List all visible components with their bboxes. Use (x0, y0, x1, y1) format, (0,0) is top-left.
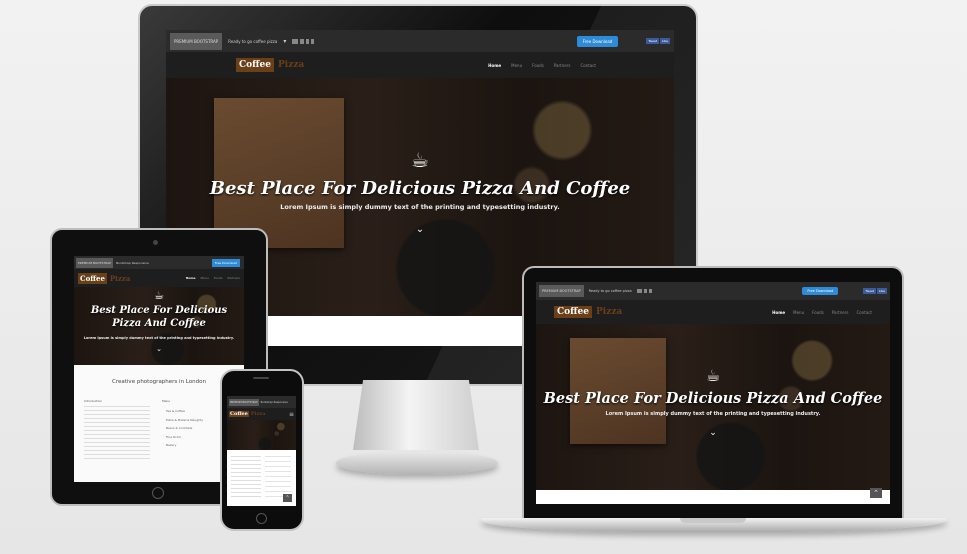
laptop-screen: PREMIUM BOOTSTRAP Ready to go coffee piz… (536, 282, 890, 504)
monitor-stand (353, 380, 479, 450)
menu-item[interactable]: Pizza & Pizzeria Naughty (166, 416, 226, 425)
intro-text (84, 406, 150, 462)
scroll-top-icon[interactable]: ⌃ (283, 494, 292, 502)
tablet-home-button[interactable] (152, 487, 164, 499)
menu-item[interactable]: Bakery (166, 441, 226, 450)
tablet-hero-title: Best Place For Delicious Pizza And Coffe… (90, 305, 228, 329)
laptop-hero-title: Best Place For Delicious Pizza And Coffe… (543, 390, 883, 407)
hero-title: Best Place For Delicious Pizza And Coffe… (209, 178, 631, 199)
laptop-nav-contact[interactable]: Contact (856, 310, 872, 315)
laptop-nav-home[interactable]: Home (772, 310, 785, 315)
tablet-brand-coffee[interactable]: Coffee (78, 272, 107, 284)
phone-brand-pizza[interactable]: Pizza (251, 411, 266, 417)
laptop-topbar-logo[interactable]: PREMIUM BOOTSTRAP (539, 285, 584, 297)
nav-home[interactable]: Home (488, 63, 501, 68)
dropdown-icon[interactable]: ▾ (283, 38, 286, 45)
tablet-nav-foods[interactable]: Foods (214, 276, 223, 280)
tweet-button[interactable]: Tweet (646, 38, 660, 44)
tablet-download-button[interactable]: Free Download (211, 258, 240, 267)
phone-intro-text (231, 456, 261, 498)
social-buttons: Tweet Like (646, 38, 670, 44)
free-download-button[interactable]: Free Download (576, 35, 619, 47)
phone-topbar-text: Bootstrap Responsive (260, 400, 288, 404)
devices-mockup: PREMIUM BOOTSTRAP Ready to go coffee piz… (0, 0, 967, 554)
phone-home-button[interactable] (256, 513, 267, 524)
laptop-hero: ☕ Best Place For Delicious Pizza And Cof… (536, 324, 890, 490)
tablet-topbar-logo[interactable]: PREMIUM BOOTSTRAP (76, 257, 114, 268)
tablet-nav-home[interactable]: Home (186, 276, 196, 280)
tablet-about: Creative photographers in London Introdu… (74, 365, 244, 482)
nav-menu: Home Menu Foods Partners Contact (488, 63, 596, 68)
tablet-topbar-text: Bootstrap Responsive (116, 260, 149, 265)
laptop-tweet-button[interactable]: Tweet (863, 288, 877, 294)
topbar-text: Ready to go coffee pizza (228, 38, 278, 44)
tablet-screen: PREMIUM BOOTSTRAP Bootstrap Responsive F… (74, 256, 244, 482)
hamburger-icon[interactable]: ≡ (289, 411, 294, 418)
tablet-brand-pizza[interactable]: Pizza (110, 274, 130, 283)
laptop-cup-icon: ☕ (705, 366, 721, 385)
phone-hero (227, 420, 296, 450)
brand-pizza[interactable]: Pizza (278, 60, 304, 70)
laptop-social-buttons: Tweet Like (863, 288, 887, 294)
laptop-topbar-text: Ready to go coffee pizza (588, 289, 632, 293)
laptop-scroll-top-icon[interactable]: ⌃ (870, 488, 882, 498)
menu-item[interactable]: Beers & Cocktails (166, 424, 226, 433)
laptop-nav-partners[interactable]: Partners (832, 310, 849, 315)
laptop-brand-coffee[interactable]: Coffee (554, 306, 593, 318)
laptop-download-button[interactable]: Free Download (802, 287, 839, 295)
phone-menu-list (265, 456, 291, 498)
like-button[interactable]: Like (660, 38, 670, 44)
intro-label: Introduction (84, 399, 103, 403)
phone-topbar-logo[interactable]: PREMIUM BOOTSTRAP (229, 398, 259, 406)
monitor-base (336, 452, 498, 474)
nav-contact[interactable]: Contact (580, 63, 596, 68)
phone-speaker (253, 377, 269, 379)
brand-coffee[interactable]: Coffee (236, 58, 275, 72)
tablet-hero-subtitle: Lorem Ipsum is simply dummy text of the … (83, 336, 235, 340)
tablet-chevron-icon[interactable]: ⌄ (74, 345, 244, 353)
tablet-camera (153, 240, 158, 245)
tablet-hero: ☕ Best Place For Delicious Pizza And Cof… (74, 287, 244, 365)
laptop-device-switcher[interactable] (636, 289, 652, 293)
about-heading: Creative photographers in London (112, 379, 206, 385)
tablet-nav: Home Menu Foods Partners (186, 276, 240, 280)
topbar-logo[interactable]: PREMIUM BOOTSTRAP (170, 32, 223, 50)
laptop-notch (680, 518, 746, 523)
phone-screen: PREMIUM BOOTSTRAP Bootstrap Responsive C… (227, 396, 296, 506)
nav-partners[interactable]: Partners (554, 63, 571, 68)
laptop-nav: Home Menu Foods Partners Contact (772, 310, 872, 315)
laptop-nav-menu[interactable]: Menu (793, 310, 804, 315)
nav-menu-link[interactable]: Menu (511, 63, 522, 68)
coffee-cup-icon: ☕ (411, 148, 429, 172)
menu-item[interactable]: Fine Drink (166, 433, 226, 442)
laptop-nav-foods[interactable]: Foods (812, 310, 824, 315)
phone-brand-coffee[interactable]: Coffee (229, 411, 249, 417)
laptop-like-button[interactable]: Like (877, 288, 887, 294)
laptop-chevron-icon[interactable]: ⌄ (536, 428, 890, 438)
menu-list: Tea & Coffee Pizza & Pizzeria Naughty Be… (166, 407, 226, 450)
laptop-content-strip (536, 490, 890, 504)
device-switcher[interactable] (292, 38, 315, 44)
tablet-nav-menu[interactable]: Menu (201, 276, 209, 280)
tablet-nav-partners[interactable]: Partners (228, 276, 240, 280)
nav-foods[interactable]: Foods (532, 63, 544, 68)
menu-item[interactable]: Tea & Coffee (166, 407, 226, 416)
laptop-hero-subtitle: Lorem Ipsum is simply dummy text of the … (605, 411, 821, 417)
laptop-brand-pizza[interactable]: Pizza (596, 307, 622, 317)
hero-subtitle: Lorem Ipsum is simply dummy text of the … (280, 203, 560, 211)
menu-label: Menu (162, 399, 171, 403)
tablet-cup-icon: ☕ (154, 289, 164, 302)
